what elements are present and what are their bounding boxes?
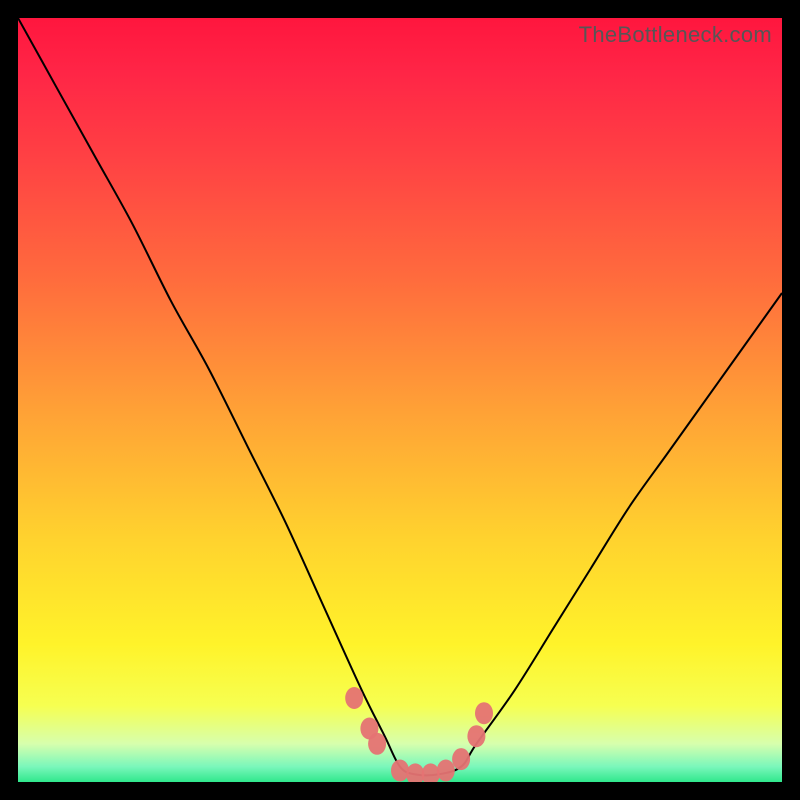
marker-right-cluster <box>452 748 470 770</box>
marker-left-cluster <box>368 733 386 755</box>
plot-area: TheBottleneck.com <box>18 18 782 782</box>
chart-frame: TheBottleneck.com <box>0 0 800 800</box>
marker-right-cluster <box>475 702 493 724</box>
marker-trough <box>391 760 409 782</box>
marker-trough <box>437 760 455 782</box>
bottleneck-curve <box>18 18 782 775</box>
marker-left-cluster <box>345 687 363 709</box>
marker-trough <box>406 763 424 782</box>
marker-trough <box>422 763 440 782</box>
chart-svg <box>18 18 782 782</box>
marker-right-cluster <box>467 725 485 747</box>
